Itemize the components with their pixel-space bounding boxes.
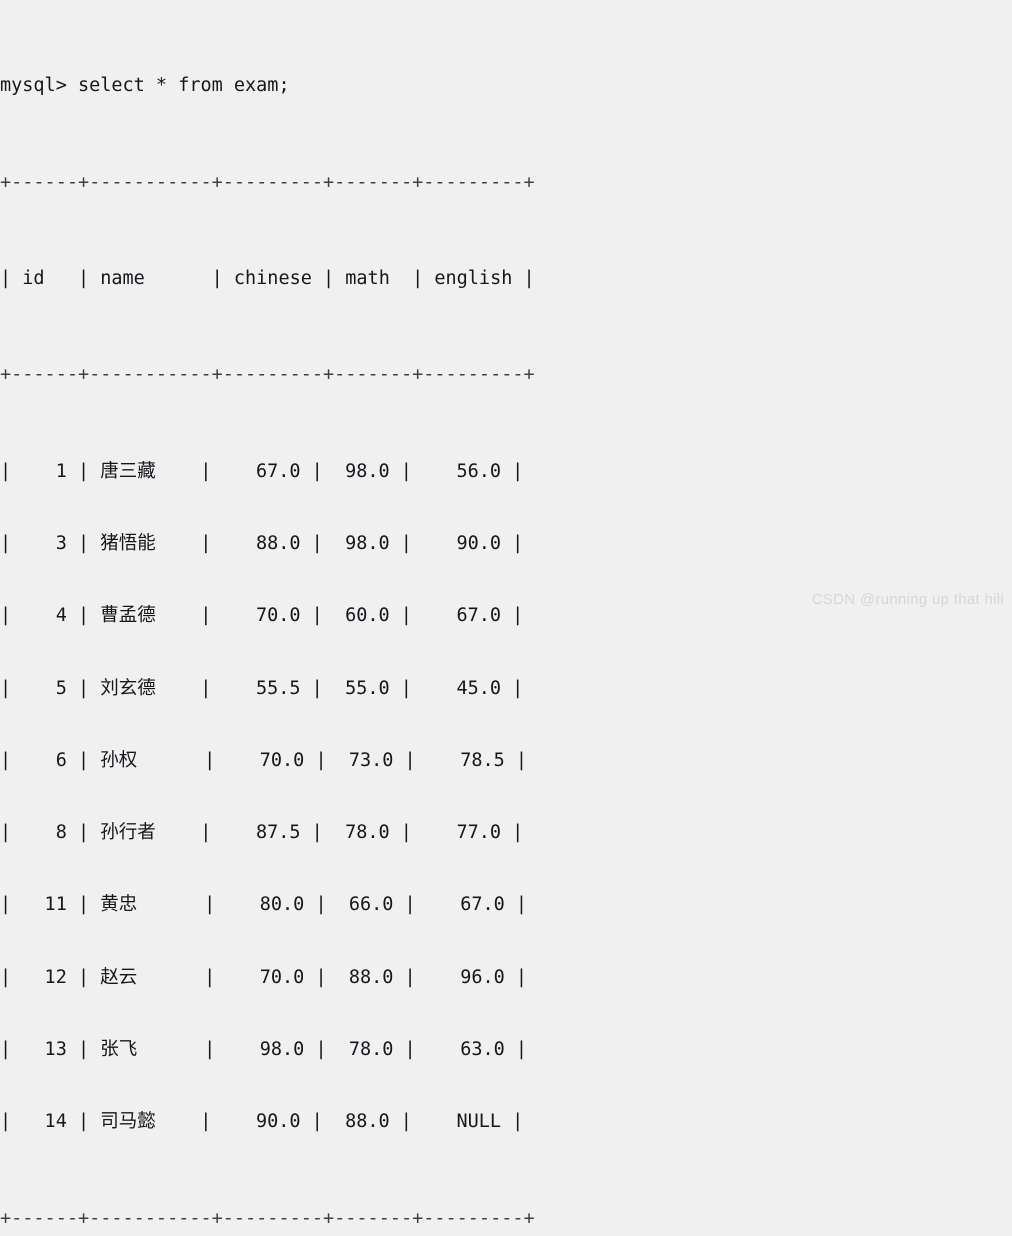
- table-row: | 11 | 黄忠 | 80.0 | 66.0 | 67.0 |: [0, 894, 528, 916]
- table-one-header-row: | id | name | chinese | math | english |: [0, 268, 535, 290]
- table-one-bottom-border: +------+-----------+---------+-------+--…: [0, 1207, 535, 1229]
- terminal-output: mysql> select * from exam; +------+-----…: [0, 0, 786, 1236]
- csdn-watermark: CSDN @running up that hill: [811, 591, 1004, 608]
- table-row: | 6 | 孙权 | 70.0 | 73.0 | 78.5 |: [0, 749, 528, 771]
- table-row: | 12 | 赵云 | 70.0 | 88.0 | 96.0 |: [0, 966, 528, 988]
- table-row: | 4 | 曹孟德 | 70.0 | 60.0 | 67.0 |: [0, 605, 524, 627]
- table-row: | 5 | 刘玄德 | 55.5 | 55.0 | 45.0 |: [0, 677, 524, 699]
- table-row: | 13 | 张飞 | 98.0 | 78.0 | 63.0 |: [0, 1039, 528, 1061]
- table-one-header-border: +------+-----------+---------+-------+--…: [0, 364, 535, 386]
- prompt-line-first: mysql> select * from exam;: [0, 75, 290, 97]
- table-one-top-border: +------+-----------+---------+-------+--…: [0, 171, 535, 193]
- table-row: | 14 | 司马懿 | 90.0 | 88.0 | NULL |: [0, 1111, 524, 1133]
- table-row: | 3 | 猪悟能 | 88.0 | 98.0 | 90.0 |: [0, 533, 524, 555]
- table-row: | 8 | 孙行者 | 87.5 | 78.0 | 77.0 |: [0, 822, 524, 844]
- table-row: | 1 | 唐三藏 | 67.0 | 98.0 | 56.0 |: [0, 460, 524, 482]
